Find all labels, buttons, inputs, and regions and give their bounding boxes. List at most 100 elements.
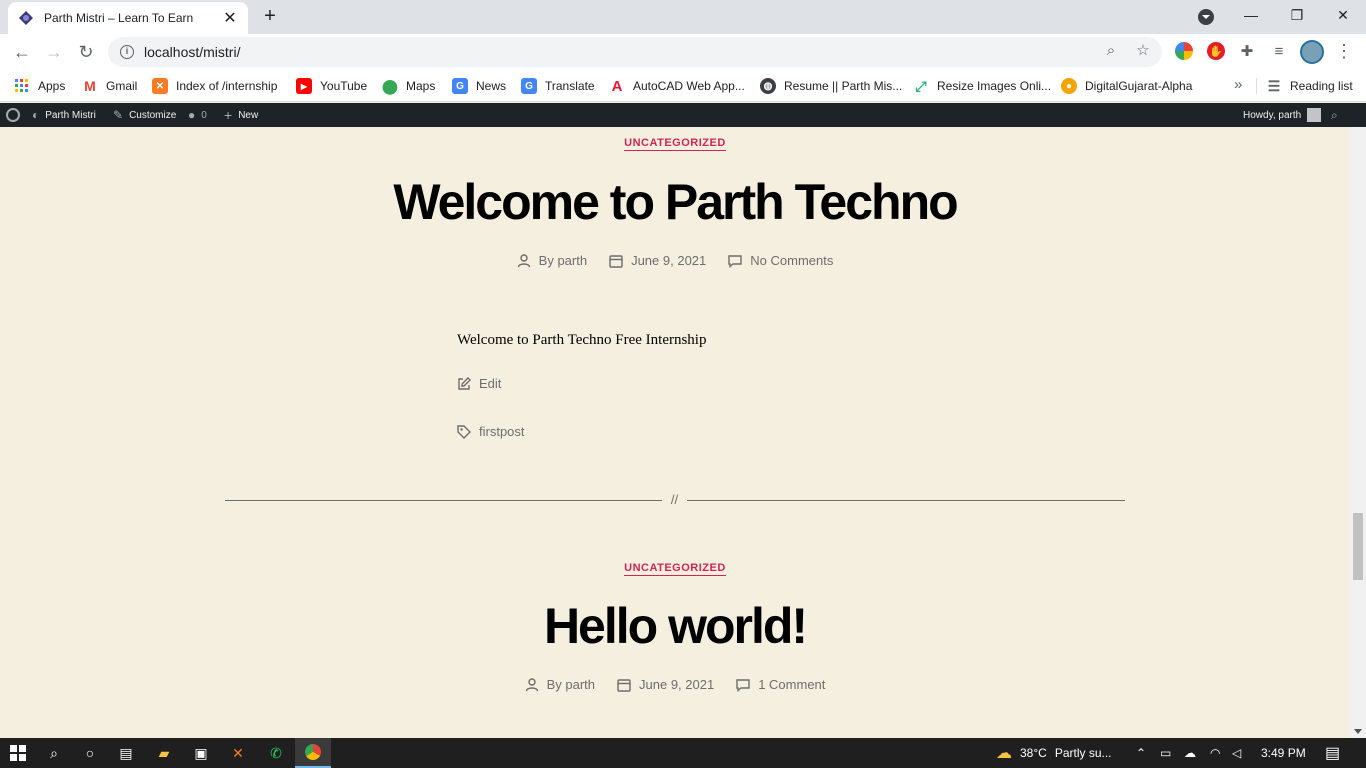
forward-button[interactable]: → [42, 40, 66, 64]
restore-button[interactable]: ❐ [1274, 0, 1320, 30]
comments-menu[interactable]: ● 0 [188, 103, 207, 127]
xampp-taskbar-icon[interactable]: ✕ [220, 738, 256, 768]
search-taskbar-icon[interactable]: ⌕ [36, 738, 72, 768]
youtube-icon: ▶ [296, 78, 312, 94]
minimize-button[interactable]: — [1228, 0, 1274, 30]
page-scrollbar[interactable] [1350, 127, 1366, 738]
profile-avatar[interactable] [1300, 40, 1324, 64]
wifi-icon[interactable]: ◠ [1210, 738, 1220, 768]
cortana-icon[interactable]: ○ [72, 738, 108, 768]
edit-label[interactable]: Edit [479, 376, 501, 391]
post-comments[interactable]: No Comments [728, 253, 833, 268]
bookmark-internship[interactable]: ✕ Index of /internship [152, 77, 277, 95]
category-link[interactable]: UNCATEGORIZED [624, 562, 726, 576]
battery-icon[interactable]: ▭ [1160, 738, 1171, 768]
post-category[interactable]: UNCATEGORIZED [0, 562, 1350, 576]
date-label[interactable]: June 9, 2021 [639, 677, 714, 692]
start-button[interactable] [0, 738, 36, 768]
url-text[interactable]: localhost/mistri/ [144, 44, 1162, 60]
color-extension-icon[interactable] [1175, 42, 1193, 60]
search-icon: ⌕ [1331, 107, 1338, 122]
site-info-icon[interactable]: i [120, 45, 134, 59]
adblock-extension-icon[interactable]: ✋ [1207, 42, 1225, 60]
scroll-down-arrow-icon[interactable] [1354, 729, 1362, 734]
bookmark-label: Gmail [106, 79, 138, 93]
bookmark-maps[interactable]: ⬤ Maps [382, 77, 435, 95]
whatsapp-icon[interactable]: ✆ [258, 738, 294, 768]
media-queue-icon[interactable]: ≡ [1271, 43, 1287, 60]
file-explorer-icon[interactable]: ▰ [146, 738, 182, 768]
reading-list-button[interactable]: ☰ Reading list [1266, 77, 1353, 95]
author-label[interactable]: By parth [547, 677, 595, 692]
bookmark-translate[interactable]: G Translate [521, 77, 595, 95]
bookmark-star-icon[interactable]: ☆ [1135, 42, 1151, 59]
bookmark-gmail[interactable]: M Gmail [82, 77, 137, 95]
bookmark-label: News [476, 79, 507, 93]
admin-search-button[interactable]: ⌕ [1331, 103, 1344, 127]
scrollbar-thumb[interactable] [1353, 513, 1363, 580]
zoom-icon[interactable]: ⌕ [1103, 42, 1119, 59]
bookmark-news[interactable]: G News [452, 77, 506, 95]
clock[interactable]: 3:49 PM [1261, 738, 1306, 768]
comments-label[interactable]: No Comments [750, 253, 833, 268]
extensions-puzzle-icon[interactable]: ✚ [1239, 43, 1255, 60]
comment-icon [728, 254, 742, 268]
menu-kebab-icon[interactable]: ⋮ [1335, 42, 1353, 60]
close-window-button[interactable]: ✕ [1320, 0, 1366, 30]
weather-widget[interactable]: ☁ 38°C Partly su... [996, 738, 1112, 768]
category-link[interactable]: UNCATEGORIZED [624, 137, 726, 151]
tab-close-icon[interactable]: ✕ [222, 8, 238, 28]
address-bar[interactable]: i localhost/mistri/ [108, 37, 1162, 67]
author-label[interactable]: By parth [539, 253, 587, 268]
weather-temp: 38°C [1020, 746, 1047, 760]
post-date[interactable]: June 9, 2021 [617, 677, 714, 692]
post-author[interactable]: By parth [517, 253, 587, 268]
chrome-taskbar-icon[interactable] [295, 738, 331, 768]
store-icon[interactable]: ▣ [183, 738, 219, 768]
wp-logo-menu[interactable] [6, 103, 20, 127]
tag-label[interactable]: firstpost [479, 424, 525, 439]
author-icon [525, 677, 538, 691]
post-date[interactable]: June 9, 2021 [609, 253, 706, 268]
bookmark-resize[interactable]: ⤢ Resize Images Onli... [913, 77, 1051, 95]
xampp-icon: ✕ [152, 78, 168, 94]
gmail-icon: M [84, 78, 96, 94]
browser-toolbar: ← → ↻ i localhost/mistri/ ⌕ ☆ ✋ ✚ ≡ ⋮ [0, 34, 1366, 70]
tab-search-icon[interactable] [1198, 9, 1214, 25]
onedrive-icon[interactable]: ☁ [1184, 738, 1196, 768]
author-icon [517, 253, 530, 267]
wp-admin-bar: ◐ Parth Mistri ✎ Customize ● 0 + New How… [0, 103, 1366, 127]
bookmark-youtube[interactable]: ▶ YouTube [296, 77, 367, 95]
bookmark-autocad[interactable]: A AutoCAD Web App... [609, 77, 745, 95]
post-title[interactable]: Welcome to Parth Techno [0, 173, 1350, 231]
comments-label[interactable]: 1 Comment [758, 677, 825, 692]
weather-desc: Partly su... [1054, 746, 1112, 760]
my-account-menu[interactable]: Howdy, parth [1243, 103, 1322, 127]
back-button[interactable]: ← [10, 40, 34, 64]
tab-active[interactable]: Parth Mistri – Learn To Earn ✕ [8, 2, 248, 34]
post-category[interactable]: UNCATEGORIZED [0, 137, 1350, 151]
bookmark-digitalgujarat[interactable]: ● DigitalGujarat-Alpha [1061, 77, 1192, 95]
bookmark-apps[interactable]: Apps [14, 77, 65, 95]
autocad-icon: A [611, 77, 623, 95]
edit-icon [458, 376, 471, 390]
new-content-menu[interactable]: + New [224, 103, 258, 127]
post-comments[interactable]: 1 Comment [736, 677, 825, 692]
bookmarks-overflow-icon[interactable]: » [1234, 76, 1242, 93]
volume-icon[interactable]: ◁ [1232, 738, 1241, 768]
bookmark-label: Resize Images Onli... [937, 79, 1052, 93]
date-label[interactable]: June 9, 2021 [631, 253, 706, 268]
bookmark-resume[interactable]: ◍ Resume || Parth Mis... [760, 77, 902, 95]
edit-post-link[interactable]: Edit [457, 376, 501, 391]
reload-button[interactable]: ↻ [74, 40, 98, 64]
post-author[interactable]: By parth [525, 677, 595, 692]
digitalgujarat-icon: ● [1061, 78, 1077, 94]
task-view-icon[interactable]: ▤ [108, 738, 144, 768]
tray-overflow-icon[interactable]: ⌃ [1136, 738, 1146, 768]
notifications-icon[interactable]: ▤ [1325, 738, 1340, 768]
post-tag[interactable]: firstpost [457, 424, 525, 439]
site-name-menu[interactable]: ◐ Parth Mistri [32, 103, 96, 127]
post-title[interactable]: Hello world! [0, 597, 1350, 655]
new-tab-button[interactable]: + [260, 6, 280, 26]
customize-menu[interactable]: ✎ Customize [113, 103, 176, 127]
